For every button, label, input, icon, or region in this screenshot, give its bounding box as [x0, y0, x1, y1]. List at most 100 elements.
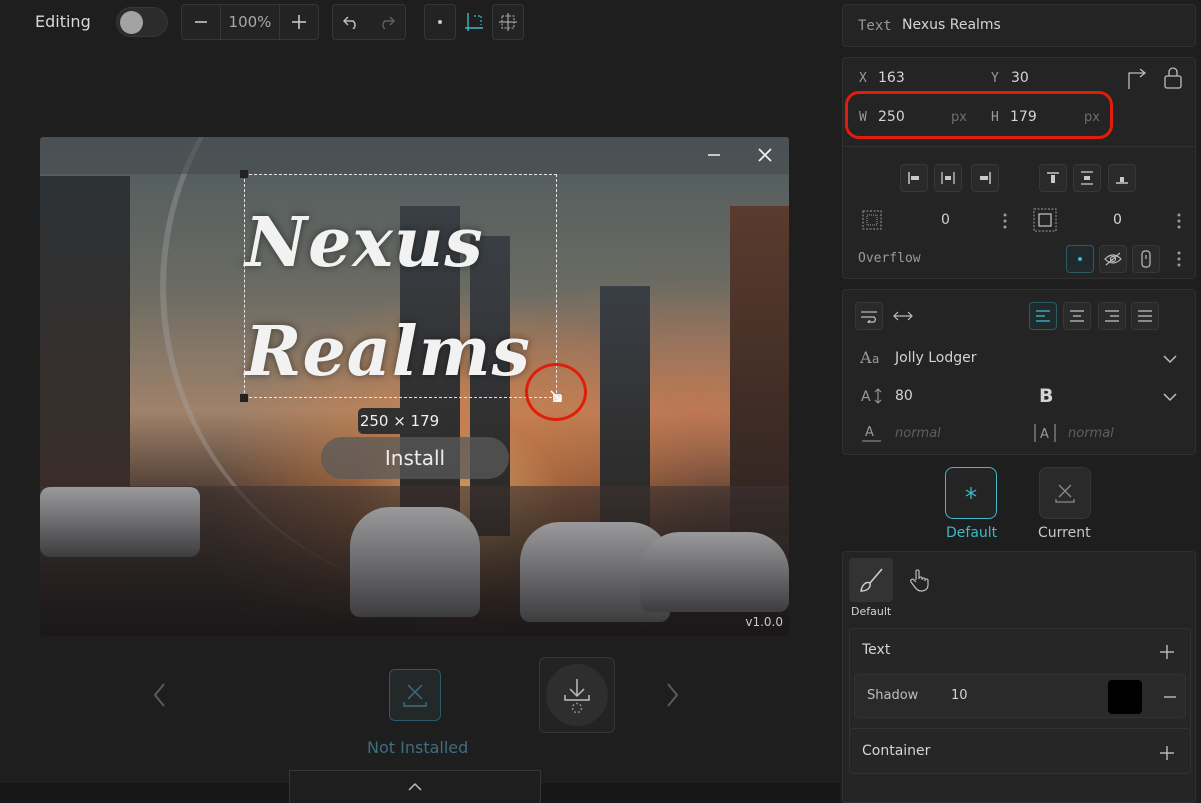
resize-handle-bottom-left[interactable]	[240, 394, 248, 402]
shadow-label: Shadow	[867, 688, 919, 703]
align-center-v-icon	[1081, 171, 1093, 185]
align-center-h-icon	[941, 172, 955, 184]
guides-icon	[465, 13, 483, 31]
font-size-input[interactable]: 80	[895, 388, 913, 404]
align-top-button[interactable]	[1039, 164, 1067, 192]
view-tools	[424, 4, 526, 40]
editing-toggle[interactable]	[116, 7, 168, 37]
mode-label: Editing	[35, 12, 91, 31]
text-style-section: Text Shadow 10	[849, 628, 1191, 738]
expand-drawer-button[interactable]	[289, 770, 541, 803]
grid-tool-button[interactable]	[492, 4, 524, 40]
arrows-horizontal-icon	[893, 311, 913, 321]
shadow-color-swatch[interactable]	[1108, 680, 1142, 714]
launcher-preview-canvas[interactable]: Nexus Realms 250 × 179 Install v1.0.0	[40, 137, 789, 636]
align-bottom-button[interactable]	[1108, 164, 1136, 192]
line-height-icon: A	[1034, 424, 1056, 442]
zoom-control: 100%	[181, 4, 319, 40]
text-align-left-button[interactable]	[1029, 302, 1057, 330]
zoom-value[interactable]: 100%	[220, 5, 280, 39]
more-options-icon[interactable]	[1003, 213, 1007, 229]
text-wrap-button[interactable]	[855, 302, 883, 330]
dot-icon	[438, 20, 442, 24]
empty-state-icon	[403, 684, 427, 707]
letter-spacing-input[interactable]: normal	[895, 426, 941, 441]
annotation-highlight-circle	[525, 363, 587, 421]
chevron-down-icon[interactable]	[1163, 392, 1177, 402]
selection-box[interactable]	[244, 174, 557, 398]
y-input[interactable]: 30	[1011, 70, 1029, 86]
align-left-icon	[908, 172, 919, 184]
overflow-hidden-button[interactable]	[1099, 245, 1127, 273]
point-tool-button[interactable]	[424, 4, 456, 40]
chevron-left-icon[interactable]	[150, 680, 170, 710]
x-input[interactable]: 163	[878, 70, 905, 86]
corner-anchor-icon[interactable]	[1126, 69, 1148, 91]
text-align-center-button[interactable]	[1063, 302, 1091, 330]
align-top-icon	[1047, 172, 1059, 183]
overflow-scroll-button[interactable]	[1132, 245, 1160, 273]
version-label: v1.0.0	[745, 615, 783, 629]
plus-icon[interactable]	[1159, 644, 1175, 660]
font-weight-select[interactable]: B	[1039, 385, 1053, 407]
not-installed-state-button[interactable]	[389, 669, 441, 721]
zoom-in-button[interactable]	[280, 5, 318, 39]
state-current-button[interactable]	[1039, 467, 1091, 519]
align-center-h-button[interactable]	[934, 164, 962, 192]
minimize-button[interactable]	[704, 145, 724, 165]
downloading-state-button[interactable]	[539, 657, 615, 733]
install-button[interactable]: Install	[321, 437, 509, 479]
not-installed-label: Not Installed	[367, 738, 469, 757]
chevron-right-icon[interactable]	[662, 680, 682, 710]
download-icon	[564, 679, 590, 714]
line-height-input[interactable]: normal	[1068, 426, 1114, 441]
text-align-right-icon	[1105, 310, 1119, 322]
border-input[interactable]: 0	[941, 212, 950, 228]
overflow-label: Overflow	[858, 251, 921, 266]
text-justify-button[interactable]	[1131, 302, 1159, 330]
shadow-row: Shadow 10	[854, 674, 1186, 718]
hand-pointer-icon	[910, 569, 929, 592]
brush-icon	[860, 568, 883, 592]
font-family-icon: Aa	[860, 349, 879, 367]
lock-aspect-icon[interactable]	[1162, 67, 1184, 89]
align-right-button[interactable]	[971, 164, 999, 192]
resize-handle-top-left[interactable]	[240, 170, 248, 178]
x-label: X	[859, 71, 867, 86]
redo-button[interactable]	[369, 5, 405, 39]
chevron-down-icon[interactable]	[1163, 354, 1177, 364]
minus-icon[interactable]	[1163, 690, 1177, 704]
state-default-button[interactable]	[945, 467, 997, 519]
style-tab-default[interactable]	[849, 558, 893, 602]
scroll-icon	[1141, 250, 1151, 268]
more-options-icon[interactable]	[1177, 213, 1181, 229]
text-align-right-button[interactable]	[1098, 302, 1126, 330]
overflow-visible-button[interactable]	[1066, 245, 1094, 273]
svg-text:A: A	[860, 349, 872, 367]
undo-button[interactable]	[333, 5, 369, 39]
style-tab-hover[interactable]	[898, 558, 942, 602]
element-name[interactable]: Nexus Realms	[902, 17, 1001, 33]
align-left-button[interactable]	[900, 164, 928, 192]
style-tab-label: Default	[851, 605, 892, 618]
letter-spacing-icon: A	[862, 425, 881, 442]
close-icon	[758, 148, 772, 162]
align-center-v-button[interactable]	[1073, 164, 1101, 192]
size-tooltip: 250 × 179	[358, 408, 441, 434]
font-family-select[interactable]: Jolly Lodger	[895, 350, 976, 366]
chevron-up-icon	[408, 782, 422, 791]
text-nowrap-button[interactable]	[889, 302, 917, 330]
padding-input[interactable]: 0	[1113, 212, 1122, 228]
close-button[interactable]	[755, 145, 775, 165]
eye-off-icon	[1104, 252, 1122, 266]
minimize-icon	[708, 154, 720, 156]
more-options-icon[interactable]	[1177, 251, 1181, 267]
border-icon	[862, 210, 882, 230]
plus-icon[interactable]	[1159, 745, 1175, 761]
redo-icon	[382, 16, 395, 29]
shadow-input[interactable]: 10	[951, 688, 968, 703]
guides-tool-button[interactable]	[458, 4, 490, 40]
background-ship	[350, 507, 480, 617]
layout-panel: X 163 Y 30 W 250 px H 179 px 0 0 Overflo…	[842, 57, 1196, 279]
zoom-out-button[interactable]	[182, 5, 220, 39]
